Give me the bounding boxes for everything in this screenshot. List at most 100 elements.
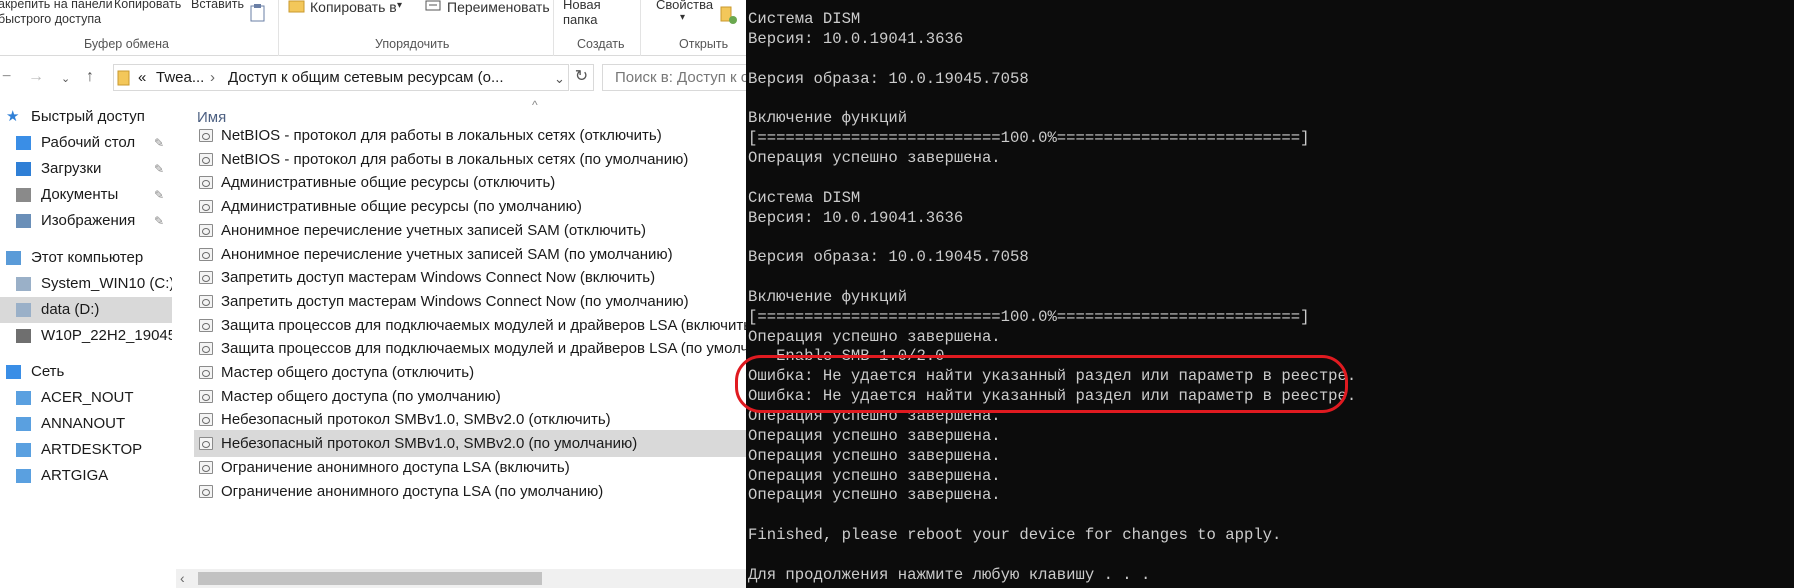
nav-item-label: Быстрый доступ bbox=[31, 108, 145, 125]
nav-item-label: ANNANOUT bbox=[41, 415, 126, 432]
nav-item[interactable]: ACER_NOUT bbox=[0, 385, 172, 411]
rename-button[interactable]: Переименовать bbox=[447, 0, 550, 15]
copy-to-button[interactable]: Копировать в bbox=[310, 0, 397, 15]
address-dropdown-icon[interactable]: ⌄ bbox=[554, 66, 565, 90]
registry-file-icon bbox=[199, 223, 213, 237]
up-button[interactable]: ↑ bbox=[86, 68, 94, 86]
nav-item-label: Изображения bbox=[41, 212, 136, 229]
registry-file-icon bbox=[199, 176, 213, 190]
nav-item[interactable]: data (D:) bbox=[0, 297, 172, 323]
registry-file-icon bbox=[199, 271, 213, 285]
nav-item-label: data (D:) bbox=[41, 301, 100, 318]
console-line: Операция успешно завершена. bbox=[748, 148, 1001, 167]
network-computer-icon bbox=[16, 391, 31, 405]
chevron-down-icon[interactable]: ▾ bbox=[680, 12, 685, 23]
computer-icon bbox=[6, 251, 21, 265]
navigation-pane: ★ Быстрый доступ Рабочий стол ✎ Загрузки ✎ Док… bbox=[0, 104, 172, 588]
registry-file-icon bbox=[199, 484, 213, 498]
nav-item-label: ACER_NOUT bbox=[41, 389, 134, 406]
breadcrumb-current[interactable]: Доступ к общим сетевым ресурсам (о... bbox=[228, 65, 504, 90]
scroll-left-icon[interactable]: ‹ bbox=[180, 569, 185, 588]
pin-quick-access-label-2[interactable]: быстрого доступа bbox=[0, 12, 101, 26]
nav-item-label: Этот компьютер bbox=[31, 249, 144, 266]
console-line: Версия образа: 10.0.19045.7058 bbox=[748, 248, 1029, 267]
nav-item[interactable]: W10P_22H2_19045.5 bbox=[0, 323, 172, 349]
pin-icon[interactable]: ✎ bbox=[154, 208, 164, 234]
nav-item-label: ARTDESKTOP bbox=[41, 441, 143, 458]
console-line: Finished, please reboot your device for … bbox=[748, 526, 1282, 545]
console-line: Версия: 10.0.19041.3636 bbox=[748, 29, 964, 48]
nav-item[interactable]: Этот компьютер bbox=[0, 245, 172, 271]
console-line: Для продолжения нажмите любую клавишу . … bbox=[748, 565, 1151, 584]
back-button[interactable]: − bbox=[2, 68, 11, 86]
registry-file-icon bbox=[199, 413, 213, 427]
address-bar[interactable]: « Twea... › Доступ к общим сетевым ресур… bbox=[113, 64, 569, 91]
registry-file-icon bbox=[199, 129, 213, 142]
copy-to-icon[interactable] bbox=[288, 0, 306, 14]
new-folder-button[interactable]: Новая bbox=[563, 0, 601, 12]
network-computer-icon bbox=[16, 443, 31, 457]
nav-item-label: Рабочий стол bbox=[41, 134, 136, 151]
nav-item-label: Загрузки bbox=[41, 160, 102, 177]
registry-file-icon bbox=[199, 366, 213, 379]
pin-icon[interactable]: ✎ bbox=[154, 156, 164, 182]
registry-file-icon bbox=[199, 200, 213, 214]
file-explorer-window: акрепить на панели быстрого доступа Копи… bbox=[0, 0, 746, 588]
group-open-label: Открыть bbox=[679, 37, 729, 51]
file-name: Ограничение анонимного доступа LSA (по у… bbox=[221, 482, 604, 500]
properties-button[interactable]: Свойства bbox=[656, 0, 713, 12]
nav-item[interactable]: Документы ✎ bbox=[0, 182, 172, 208]
console-line: Операция успешно завершена. bbox=[748, 486, 1001, 505]
pin-quick-access-label[interactable]: акрепить на панели bbox=[0, 0, 113, 11]
nav-item-label: Сеть bbox=[31, 363, 65, 380]
registry-file-icon bbox=[199, 460, 213, 474]
nav-item[interactable]: ARTDESKTOP bbox=[0, 437, 172, 463]
nav-item[interactable]: Загрузки ✎ bbox=[0, 156, 172, 182]
registry-file-icon bbox=[199, 342, 213, 356]
copy-button[interactable]: Копировать bbox=[114, 0, 181, 11]
rename-icon[interactable] bbox=[425, 0, 441, 12]
refresh-button[interactable]: ↻ bbox=[570, 64, 594, 91]
console-line: Операция успешно завершена. bbox=[748, 426, 1001, 445]
nav-item[interactable]: ARTGIGA bbox=[0, 463, 172, 489]
document-icon bbox=[16, 188, 31, 202]
nav-item[interactable]: Изображения ✎ bbox=[0, 208, 172, 234]
clipboard-icon[interactable] bbox=[250, 4, 266, 22]
breadcrumb-overflow[interactable]: « bbox=[138, 65, 146, 90]
forward-button[interactable]: → bbox=[28, 68, 44, 86]
group-organize-label: Упорядочить bbox=[375, 37, 450, 51]
pin-icon[interactable]: ✎ bbox=[154, 182, 164, 208]
recent-locations-button[interactable]: ⌄ bbox=[61, 72, 70, 85]
paste-button[interactable]: Вставить bbox=[191, 0, 244, 11]
nav-item[interactable]: ★ Быстрый доступ bbox=[0, 104, 172, 130]
edit-icon[interactable] bbox=[720, 6, 738, 26]
chevron-down-icon[interactable]: ▾ bbox=[397, 0, 402, 11]
nav-item[interactable]: Рабочий стол ✎ bbox=[0, 130, 172, 156]
console-line: Версия образа: 10.0.19045.7058 bbox=[748, 69, 1029, 88]
nav-item-label: W10P_22H2_19045.5 bbox=[41, 327, 172, 344]
nav-item-label: System_WIN10 (C:) bbox=[41, 275, 172, 292]
group-clipboard-label: Буфер обмена bbox=[84, 37, 169, 51]
download-icon bbox=[16, 162, 31, 176]
console-line: Версия: 10.0.19041.3636 bbox=[748, 208, 964, 227]
breadcrumb-separator-icon: › bbox=[210, 69, 215, 86]
star-icon: ★ bbox=[6, 108, 20, 125]
console-window: Cистема DISM Версия: 10.0.19041.3636 Верси… bbox=[746, 0, 1794, 588]
pin-icon[interactable]: ✎ bbox=[154, 130, 164, 156]
console-line: Операция успешно завершена. bbox=[748, 327, 1001, 346]
network-computer-icon bbox=[16, 417, 31, 431]
file-row[interactable]: Ограничение анонимного доступа LSA (по у… bbox=[194, 478, 746, 505]
new-folder-button-line2[interactable]: папка bbox=[563, 12, 598, 27]
pictures-icon bbox=[16, 214, 31, 228]
nav-item[interactable]: ANNANOUT bbox=[0, 411, 172, 437]
console-line: Cистема DISM bbox=[748, 188, 861, 207]
scrollbar-thumb[interactable] bbox=[198, 572, 542, 585]
horizontal-scrollbar[interactable]: ‹ bbox=[176, 569, 746, 588]
drive-icon bbox=[16, 277, 31, 291]
nav-item[interactable]: Сеть bbox=[0, 359, 172, 385]
nav-item[interactable]: System_WIN10 (C:) bbox=[0, 271, 172, 297]
ribbon: акрепить на панели быстрого доступа Копи… bbox=[0, 0, 746, 56]
search-input[interactable]: Поиск в: Доступ к об bbox=[602, 64, 746, 91]
breadcrumb-item[interactable]: Twea... bbox=[156, 65, 204, 90]
registry-file-icon bbox=[199, 247, 213, 261]
